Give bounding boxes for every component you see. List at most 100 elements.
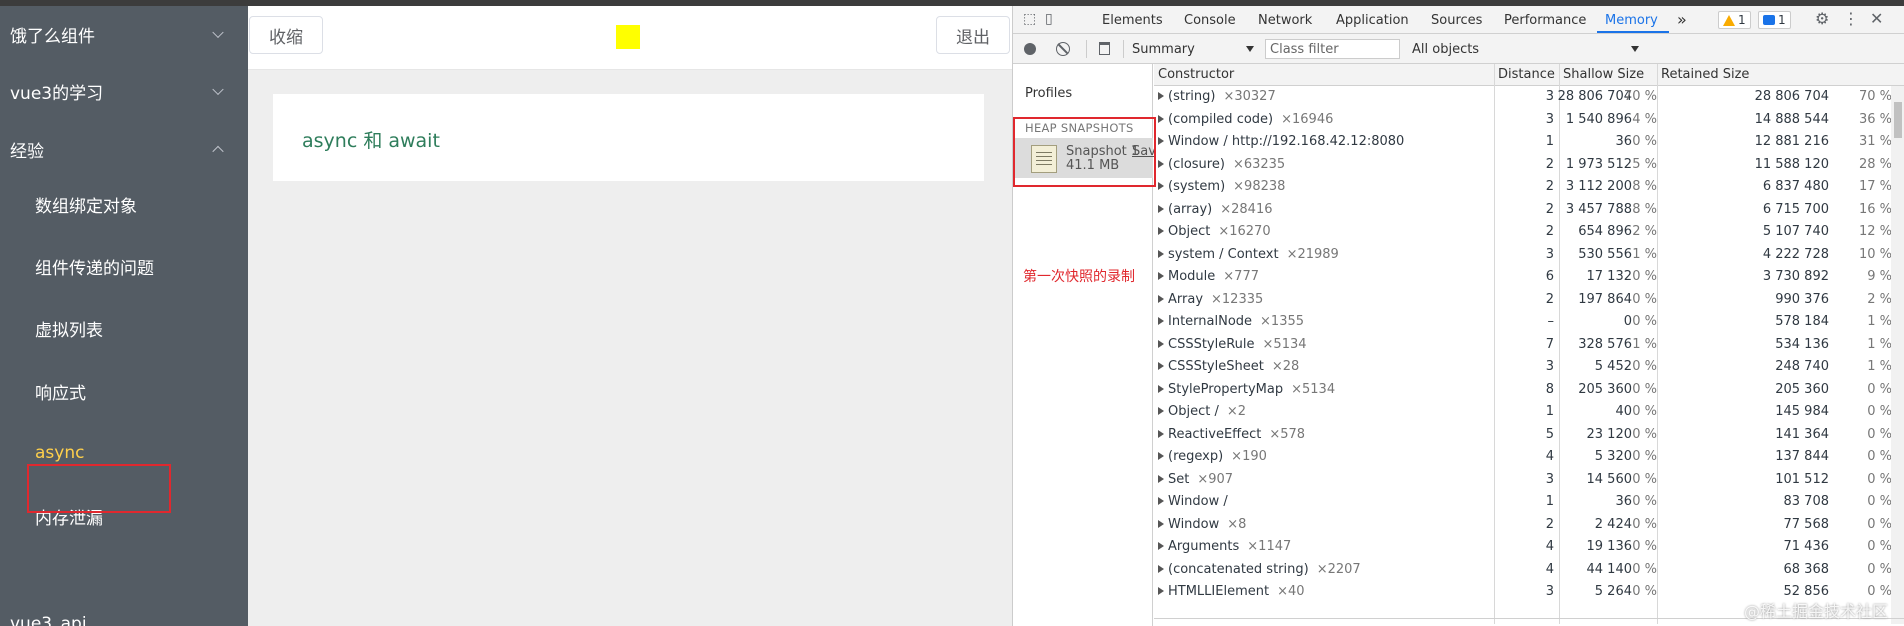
table-row[interactable]: Object / ×2 1 40 0 % 145 984 0 %: [1154, 401, 1904, 424]
expand-triangle-icon[interactable]: [1158, 587, 1164, 595]
tab-network[interactable]: Network: [1258, 13, 1312, 28]
sidebar-item-vue3-learning[interactable]: vue3的学习: [0, 63, 248, 119]
expand-triangle-icon[interactable]: [1158, 564, 1164, 573]
collapse-button[interactable]: 收缩: [249, 16, 323, 54]
sidebar-item-label: 经验: [10, 141, 44, 162]
constructor-cell: InternalNode ×1355: [1158, 311, 1488, 334]
clear-icon[interactable]: [1056, 42, 1070, 56]
constructor-name: (system): [1168, 179, 1226, 194]
table-row[interactable]: (string) ×30327 3 28 806 704 70 % 28 806 704 7…: [1154, 86, 1904, 109]
instance-count: ×190: [1231, 449, 1267, 464]
constructor-cell: (system) ×98238: [1158, 176, 1488, 199]
expand-triangle-icon[interactable]: [1158, 362, 1164, 370]
table-row[interactable]: (system) ×98238 2 3 112 200 8 % 6 837 480 17 %: [1154, 176, 1904, 199]
objects-select[interactable]: All objects: [1412, 42, 1479, 57]
more-tabs-button[interactable]: »: [1677, 10, 1687, 29]
expand-triangle-icon[interactable]: [1158, 272, 1164, 280]
distance-cell: 1: [1545, 134, 1554, 149]
table-row[interactable]: Set ×907 3 14 560 0 % 101 512 0 %: [1154, 469, 1904, 492]
sidebar-item-component-passing[interactable]: 组件传递的问题: [0, 238, 248, 294]
table-row[interactable]: Window / http://192.168.42.12:8080 1 36 0 %…: [1154, 131, 1904, 154]
expand-triangle-icon[interactable]: [1158, 317, 1164, 325]
profiles-title[interactable]: Profiles: [1025, 86, 1072, 101]
table-row[interactable]: (array) ×28416 2 3 457 788 8 % 6 715 700 16 %: [1154, 199, 1904, 222]
expand-triangle-icon[interactable]: [1158, 159, 1164, 168]
tab-memory[interactable]: Memory: [1605, 13, 1658, 28]
table-row[interactable]: Window /1 36 0 % 83 708 0 %: [1154, 491, 1904, 514]
sidebar-item-experience[interactable]: 经验: [0, 121, 248, 177]
table-row[interactable]: (closure) ×63235 2 1 973 512 5 % 11 588 120 28…: [1154, 154, 1904, 177]
constructor-name: Window: [1168, 516, 1220, 532]
sidebar-item-eleme-components[interactable]: 饿了么组件: [0, 6, 248, 62]
chevron-down-icon: [1631, 46, 1639, 52]
more-vert-icon[interactable]: ⋮: [1843, 9, 1859, 28]
expand-triangle-icon[interactable]: [1158, 474, 1164, 483]
expand-triangle-icon[interactable]: [1158, 407, 1164, 415]
expand-triangle-icon[interactable]: [1158, 204, 1164, 213]
table-row[interactable]: Module ×777 6 17 132 0 % 3 730 892 9 %: [1154, 266, 1904, 289]
table-row[interactable]: CSSStyleRule ×5134 7 328 576 1 % 534 136 1 %: [1154, 334, 1904, 357]
table-row[interactable]: (concatenated string) ×2207 4 44 140 0 % 68 3…: [1154, 559, 1904, 582]
sidebar-item-reactivity[interactable]: 响应式: [0, 363, 248, 419]
expand-triangle-icon[interactable]: [1158, 519, 1164, 528]
expand-triangle-icon[interactable]: [1158, 249, 1164, 258]
messages-badge[interactable]: 1: [1758, 11, 1791, 29]
table-row[interactable]: (regexp) ×190 4 5 320 0 % 137 844 0 %: [1154, 446, 1904, 469]
column-header-shallow[interactable]: Shallow Size: [1559, 64, 1657, 86]
table-row[interactable]: Arguments ×1147 4 19 136 0 % 71 436 0 %: [1154, 536, 1904, 559]
expand-triangle-icon[interactable]: [1158, 114, 1164, 123]
close-icon[interactable]: ✕: [1870, 9, 1883, 28]
tab-application[interactable]: Application: [1336, 13, 1409, 28]
expand-triangle-icon[interactable]: [1158, 92, 1164, 100]
main-area: 收缩 退出 async 和 await: [248, 6, 1012, 626]
expand-triangle-icon[interactable]: [1158, 294, 1164, 303]
distance-cell: 1: [1545, 494, 1554, 509]
table-row[interactable]: InternalNode ×1355 – 0 0 % 578 184 1 %: [1154, 311, 1904, 334]
expand-triangle-icon[interactable]: [1158, 137, 1164, 145]
table-row[interactable]: Array ×12335 2 197 864 0 % 990 376 2 %: [1154, 289, 1904, 312]
shallow-percent-cell: 0 %: [1632, 381, 1657, 397]
class-filter-input[interactable]: [1265, 39, 1400, 59]
table-row[interactable]: ReactiveEffect ×578 5 23 120 0 % 141 364 0 %: [1154, 424, 1904, 447]
tab-performance[interactable]: Performance: [1504, 13, 1586, 28]
view-select[interactable]: Summary: [1132, 42, 1195, 57]
yellow-marker: [616, 25, 640, 49]
shallow-size-cell: 1 540 896: [1565, 111, 1632, 127]
table-row[interactable]: system / Context ×21989 3 530 556 1 % 4 222 7…: [1154, 244, 1904, 267]
gear-icon[interactable]: ⚙: [1815, 9, 1829, 28]
column-header-distance[interactable]: Distance: [1494, 64, 1559, 86]
record-icon[interactable]: [1024, 43, 1036, 55]
device-toolbar-icon[interactable]: ▯: [1045, 11, 1053, 27]
expand-triangle-icon[interactable]: [1158, 339, 1164, 348]
warnings-badge[interactable]: 1: [1718, 11, 1751, 29]
shallow-size-cell: 5 320: [1594, 449, 1632, 464]
tab-sources[interactable]: Sources: [1431, 13, 1482, 28]
expand-triangle-icon[interactable]: [1158, 182, 1164, 190]
expand-triangle-icon[interactable]: [1158, 497, 1164, 505]
tab-console[interactable]: Console: [1184, 13, 1236, 28]
logout-button[interactable]: 退出: [936, 16, 1010, 54]
sidebar-item-array-binding[interactable]: 数组绑定对象: [0, 176, 248, 232]
scrollbar[interactable]: [1891, 86, 1904, 624]
instance-count: ×777: [1223, 269, 1259, 284]
tab-elements[interactable]: Elements: [1102, 13, 1163, 28]
column-header-retained[interactable]: Retained Size: [1657, 64, 1904, 86]
sidebar-item-virtual-list[interactable]: 虚拟列表: [0, 300, 248, 356]
constructor-cell: (regexp) ×190: [1158, 446, 1488, 469]
table-row[interactable]: StylePropertyMap ×5134 8 205 360 0 % 205 360 0…: [1154, 379, 1904, 402]
scrollbar-thumb[interactable]: [1894, 102, 1902, 138]
expand-triangle-icon[interactable]: [1158, 384, 1164, 393]
table-row[interactable]: Window ×8 2 2 424 0 % 77 568 0 %: [1154, 514, 1904, 537]
retained-percent-cell: 0 %: [1867, 426, 1892, 442]
table-row[interactable]: (compiled code) ×16946 3 1 540 896 4 % 14 888…: [1154, 109, 1904, 132]
expand-triangle-icon[interactable]: [1158, 452, 1164, 460]
column-header-constructor[interactable]: Constructor: [1154, 64, 1494, 86]
table-row[interactable]: CSSStyleSheet ×28 3 5 452 0 % 248 740 1 %: [1154, 356, 1904, 379]
expand-triangle-icon[interactable]: [1158, 542, 1164, 550]
sidebar-item-vue3-api[interactable]: vue3_api: [0, 596, 248, 626]
trash-icon[interactable]: [1099, 42, 1110, 55]
table-row[interactable]: Object ×16270 2 654 896 2 % 5 107 740 12 %: [1154, 221, 1904, 244]
expand-triangle-icon[interactable]: [1158, 429, 1164, 438]
inspect-element-icon[interactable]: ⬚: [1023, 11, 1036, 27]
expand-triangle-icon[interactable]: [1158, 227, 1164, 235]
